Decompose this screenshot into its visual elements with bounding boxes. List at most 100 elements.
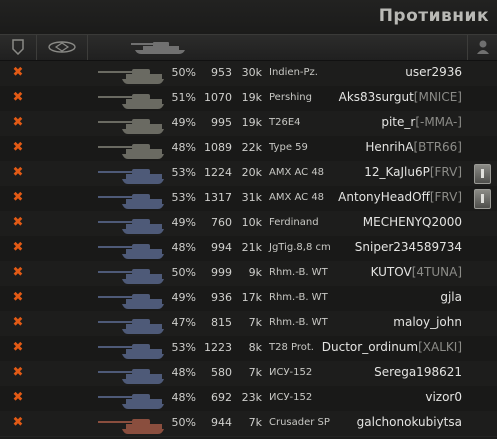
tank-icon (98, 369, 164, 384)
player-nickname: 12_KaJlu6P (364, 165, 430, 179)
header-class-column[interactable] (36, 35, 88, 60)
player-row[interactable]: ✖ 48% 994 21k JgTig.8,8 cm Sniper234589734 (0, 236, 497, 262)
tank-icon (98, 219, 164, 234)
destroyed-icon: ✖ (12, 265, 24, 280)
tank-icon (98, 319, 164, 334)
player-row[interactable]: ✖ 53% 1224 20k AMX AC 48 12_KaJlu6P[FRV] (0, 161, 497, 187)
tank-icon (98, 94, 164, 109)
clan-tag: [FRV] (429, 165, 462, 179)
player-nickname: gjla (440, 290, 462, 304)
destroyed-icon: ✖ (12, 415, 24, 430)
battle-count: 944 (211, 416, 232, 429)
player-name: Sniper234589734 (355, 240, 462, 254)
shield-icon (12, 39, 24, 55)
damage-value: 7k (248, 416, 262, 429)
tank-icon (98, 344, 164, 359)
player-nickname: Sniper234589734 (354, 240, 462, 254)
tank-name: Rhm.-B. WT (269, 267, 328, 278)
player-name: 12_KaJlu6P[FRV] (364, 165, 462, 179)
win-rate: 53% (171, 191, 196, 204)
tank-name: Ferdinand (269, 217, 319, 228)
tank-name: Crusader SP (269, 417, 330, 428)
player-icon (477, 40, 489, 54)
damage-value: 31k (241, 191, 262, 204)
player-row[interactable]: ✖ 50% 944 7k Crusader SP galchonokubiytsa (0, 411, 497, 437)
header-vehicle-column[interactable] (87, 35, 467, 60)
player-row[interactable]: ✖ 48% 692 23k ИСУ-152 vizor0 (0, 386, 497, 412)
player-name: Serega198621 (374, 365, 462, 379)
player-nickname: AntonyHeadOff (338, 190, 430, 204)
destroyed-icon: ✖ (12, 115, 24, 130)
battle-count: 815 (211, 316, 232, 329)
tank-name: Pershing (269, 92, 312, 103)
destroyed-icon: ✖ (12, 215, 24, 230)
damage-value: 9k (248, 266, 262, 279)
battle-count: 1224 (204, 166, 232, 179)
win-rate: 49% (171, 116, 196, 129)
player-row[interactable]: ✖ 49% 760 10k Ferdinand MECHENYQ2000 (0, 211, 497, 237)
destroyed-icon: ✖ (12, 340, 24, 355)
win-rate: 50% (171, 266, 196, 279)
tank-icon (98, 119, 164, 134)
player-row[interactable]: ✖ 48% 1089 22k Type 59 HenrihA[BTR66] (0, 136, 497, 162)
clan-tag: [BTR66] (413, 140, 462, 154)
tank-name: Type 59 (269, 142, 308, 153)
clan-tag: [-MMA-] (415, 115, 462, 129)
player-name: Ductor_ordinum[XALKI] (322, 340, 462, 354)
win-rate: 53% (171, 166, 196, 179)
destroyed-icon: ✖ (12, 290, 24, 305)
clan-tag: [XALKI] (418, 340, 462, 354)
player-name: HenrihA[BTR66] (365, 140, 462, 154)
header-status-column[interactable] (0, 35, 37, 60)
player-nickname: maloy_john (393, 315, 462, 329)
damage-value: 7k (248, 316, 262, 329)
clan-tag: [FRV] (429, 190, 462, 204)
damage-value: 10k (241, 216, 262, 229)
player-nickname: user2936 (405, 65, 462, 79)
battle-count: 692 (211, 391, 232, 404)
damage-value: 17k (241, 291, 262, 304)
player-row[interactable]: ✖ 50% 999 9k Rhm.-B. WT KUTOV[4TUNA] (0, 261, 497, 287)
battle-count: 1317 (204, 191, 232, 204)
destroyed-icon: ✖ (12, 390, 24, 405)
tank-name: Rhm.-B. WT (269, 292, 328, 303)
tank-name: ИСУ-152 (269, 367, 313, 378)
player-nickname: Ductor_ordinum (321, 340, 419, 354)
damage-value: 19k (241, 91, 262, 104)
player-row[interactable]: ✖ 53% 1317 31k AMX AC 48 AntonyHeadOff[FRV] (0, 186, 497, 212)
player-name: pite_r[-MMA-] (381, 115, 462, 129)
tank-name: AMX AC 48 (269, 167, 325, 178)
player-row[interactable]: ✖ 51% 1070 19k Pershing Aks83surgut[MNICE] (0, 86, 497, 112)
win-rate: 49% (171, 291, 196, 304)
squad-icon (474, 164, 491, 184)
player-row[interactable]: ✖ 53% 1223 8k T28 Prot. Ductor_ordinum[XALKI] (0, 336, 497, 362)
battle-count: 999 (211, 266, 232, 279)
player-row[interactable]: ✖ 49% 936 17k Rhm.-B. WT gjla (0, 286, 497, 312)
column-header (0, 34, 497, 61)
tank-icon (98, 194, 164, 209)
player-name: Aks83surgut[MNICE] (339, 90, 462, 104)
tank-icon (98, 294, 164, 309)
vehicle-class-icon (48, 41, 76, 53)
tank-icon (98, 144, 164, 159)
win-rate: 53% (171, 341, 196, 354)
damage-value: 20k (241, 166, 262, 179)
panel-title: Противник (378, 6, 489, 26)
player-row[interactable]: ✖ 47% 815 7k Rhm.-B. WT maloy_john (0, 311, 497, 337)
win-rate: 49% (171, 216, 196, 229)
player-name: KUTOV[4TUNA] (371, 265, 462, 279)
player-nickname: pite_r (381, 115, 416, 129)
player-row[interactable]: ✖ 49% 995 19k T26E4 pite_r[-MMA-] (0, 111, 497, 137)
destroyed-icon: ✖ (12, 190, 24, 205)
win-rate: 50% (171, 416, 196, 429)
player-row[interactable]: ✖ 50% 953 30k Indien-Pz. user2936 (0, 61, 497, 87)
player-row[interactable]: ✖ 48% 580 7k ИСУ-152 Serega198621 (0, 361, 497, 387)
tank-name: Rhm.-B. WT (269, 317, 328, 328)
tank-silhouette-icon (131, 42, 185, 54)
header-player-column[interactable] (467, 35, 497, 60)
player-nickname: KUTOV (370, 265, 412, 279)
destroyed-icon: ✖ (12, 165, 24, 180)
battle-count: 936 (211, 291, 232, 304)
battle-count: 953 (211, 66, 232, 79)
destroyed-icon: ✖ (12, 240, 24, 255)
